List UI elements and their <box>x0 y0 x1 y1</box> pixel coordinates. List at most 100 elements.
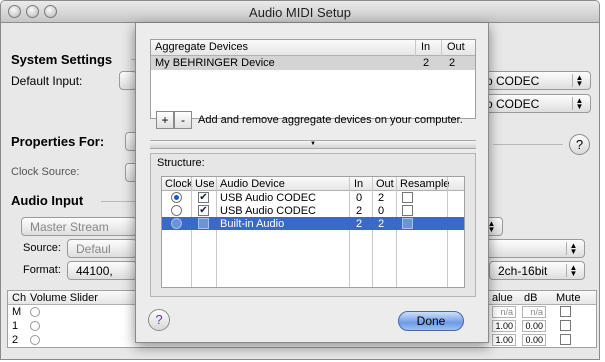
db-field[interactable]: 0.00 <box>522 320 546 332</box>
aggregate-device-out: 2 <box>449 57 456 69</box>
drag-handle-icon: ▼ <box>310 141 316 147</box>
col-aggregate-devices: Aggregate Devices <box>155 41 248 53</box>
popup-value: Defaul <box>76 242 111 256</box>
add-aggregate-button[interactable]: + <box>156 111 174 129</box>
device-in: 0 <box>356 192 363 204</box>
value-field[interactable]: 1.00 <box>492 334 516 346</box>
audio-midi-setup-window: Audio MIDI Setup System Settings Default… <box>0 0 600 360</box>
col-in: In <box>421 41 431 53</box>
structure-row[interactable]: ✔ USB Audio CODEC 2 0 <box>162 204 464 217</box>
device-name: Built-in Audio <box>220 218 285 230</box>
source-label: Source: <box>23 242 61 254</box>
col-volume-slider: Volume Slider <box>30 292 98 304</box>
mute-checkbox[interactable] <box>560 306 571 317</box>
done-button[interactable]: Done <box>398 311 464 331</box>
clock-source-label: Clock Source: <box>11 166 80 178</box>
aggregate-devices-table: Aggregate Devices In Out My BEHRINGER De… <box>150 39 476 119</box>
col-db: dB <box>524 292 538 304</box>
col-out: Out <box>376 178 394 190</box>
divider <box>441 40 442 56</box>
resample-checkbox[interactable] <box>402 205 413 216</box>
default-input-popup[interactable]: o CODEC ▲ ▼ <box>477 71 591 90</box>
divider <box>101 201 137 202</box>
col-in: In <box>354 178 364 190</box>
default-output-popup[interactable]: o CODEC ▲ ▼ <box>477 94 591 113</box>
col-use: Use <box>195 178 215 190</box>
system-settings-heading: System Settings <box>11 52 113 67</box>
structure-group: Structure: Clock Use Audio Device In Out… <box>150 153 476 297</box>
up-down-arrows-icon: ▲ ▼ <box>572 74 586 88</box>
default-input-label: Default Input: <box>11 74 83 88</box>
structure-row[interactable]: ✔ USB Audio CODEC 0 2 <box>162 191 464 204</box>
popup-value: o CODEC <box>486 74 540 88</box>
up-down-arrows-icon: ▲ ▼ <box>572 97 586 111</box>
splitter-bar[interactable]: ▼ <box>150 140 476 149</box>
device-out: 2 <box>378 192 385 204</box>
col-resample: Resample <box>400 178 450 190</box>
title-bar: Audio MIDI Setup <box>1 1 599 23</box>
popup-value: 44100, <box>76 264 113 278</box>
hint-text: Add and remove aggregate devices on your… <box>198 114 463 126</box>
value-field[interactable]: n/a <box>492 306 516 318</box>
popup-value: 2ch-16bit <box>498 264 548 278</box>
aggregate-device-in: 2 <box>423 57 430 69</box>
col-audio-device: Audio Device <box>220 178 285 190</box>
value-field[interactable]: 1.00 <box>492 320 516 332</box>
device-in: 2 <box>356 205 363 217</box>
row-ch: 1 <box>12 320 19 332</box>
row-ch: M <box>12 306 22 318</box>
question-mark-icon[interactable]: ? <box>148 309 170 331</box>
db-field[interactable]: 0.00 <box>522 334 546 346</box>
format-label: Format: <box>23 264 61 276</box>
resample-checkbox[interactable] <box>402 218 413 229</box>
popup-value: o CODEC <box>486 97 540 111</box>
use-checkbox[interactable]: ✔ <box>198 192 209 203</box>
col-mute: Mute <box>556 292 581 304</box>
format-popup[interactable]: 44100, <box>67 261 137 280</box>
col-ch: Ch <box>12 292 27 304</box>
col-value: alue <box>492 292 513 304</box>
clock-master-radio[interactable] <box>171 192 182 203</box>
remove-aggregate-button[interactable]: - <box>174 111 192 129</box>
row-ch: 2 <box>12 334 19 346</box>
structure-table-header: Clock Use Audio Device In Out Resample <box>162 177 464 191</box>
clock-master-radio[interactable] <box>171 205 182 216</box>
source-popup[interactable]: Defaul <box>67 239 137 258</box>
db-field[interactable]: n/a <box>522 306 546 318</box>
volume-slider-knob[interactable] <box>30 335 40 345</box>
use-checkbox[interactable]: ✔ <box>198 205 209 216</box>
device-out: 0 <box>378 205 385 217</box>
structure-table: Clock Use Audio Device In Out Resample ✔… <box>161 176 465 288</box>
divider <box>493 144 563 145</box>
question-mark-icon[interactable]: ? <box>569 134 590 155</box>
audio-input-heading: Audio Input <box>11 193 84 208</box>
device-name: USB Audio CODEC <box>220 205 316 217</box>
volume-slider-knob[interactable] <box>30 321 40 331</box>
bit-depth-popup[interactable]: 2ch-16bit ▲ ▼ <box>489 261 585 280</box>
resample-checkbox[interactable] <box>402 192 413 203</box>
aggregate-device-sheet: Aggregate Devices In Out My BEHRINGER De… <box>135 23 489 343</box>
use-checkbox[interactable] <box>198 218 209 229</box>
master-stream-popup[interactable]: Master Stream <box>21 217 137 236</box>
aggregate-device-row[interactable]: My BEHRINGER Device 2 2 <box>151 56 475 70</box>
col-clock: Clock <box>165 178 193 190</box>
source-popup-right[interactable]: ▲ ▼ <box>483 239 585 258</box>
properties-for-label: Properties For: <box>11 134 105 149</box>
structure-row-selected[interactable]: Built-in Audio 2 2 <box>162 217 464 230</box>
popup-value: Master Stream <box>30 220 109 234</box>
up-down-arrows-icon: ▲ ▼ <box>566 264 580 278</box>
volume-slider-knob[interactable] <box>30 307 40 317</box>
aggregate-table-header: Aggregate Devices In Out <box>151 40 475 56</box>
mute-checkbox[interactable] <box>560 320 571 331</box>
aggregate-device-name: My BEHRINGER Device <box>155 57 275 69</box>
structure-label: Structure: <box>157 157 205 169</box>
divider <box>415 40 416 56</box>
clock-master-radio[interactable] <box>171 218 182 229</box>
col-out: Out <box>447 41 465 53</box>
mute-checkbox[interactable] <box>560 334 571 345</box>
up-down-arrows-icon: ▲ ▼ <box>566 242 580 256</box>
device-out: 2 <box>378 218 385 230</box>
device-in: 2 <box>356 218 363 230</box>
device-name: USB Audio CODEC <box>220 192 316 204</box>
window-title: Audio MIDI Setup <box>249 5 351 20</box>
